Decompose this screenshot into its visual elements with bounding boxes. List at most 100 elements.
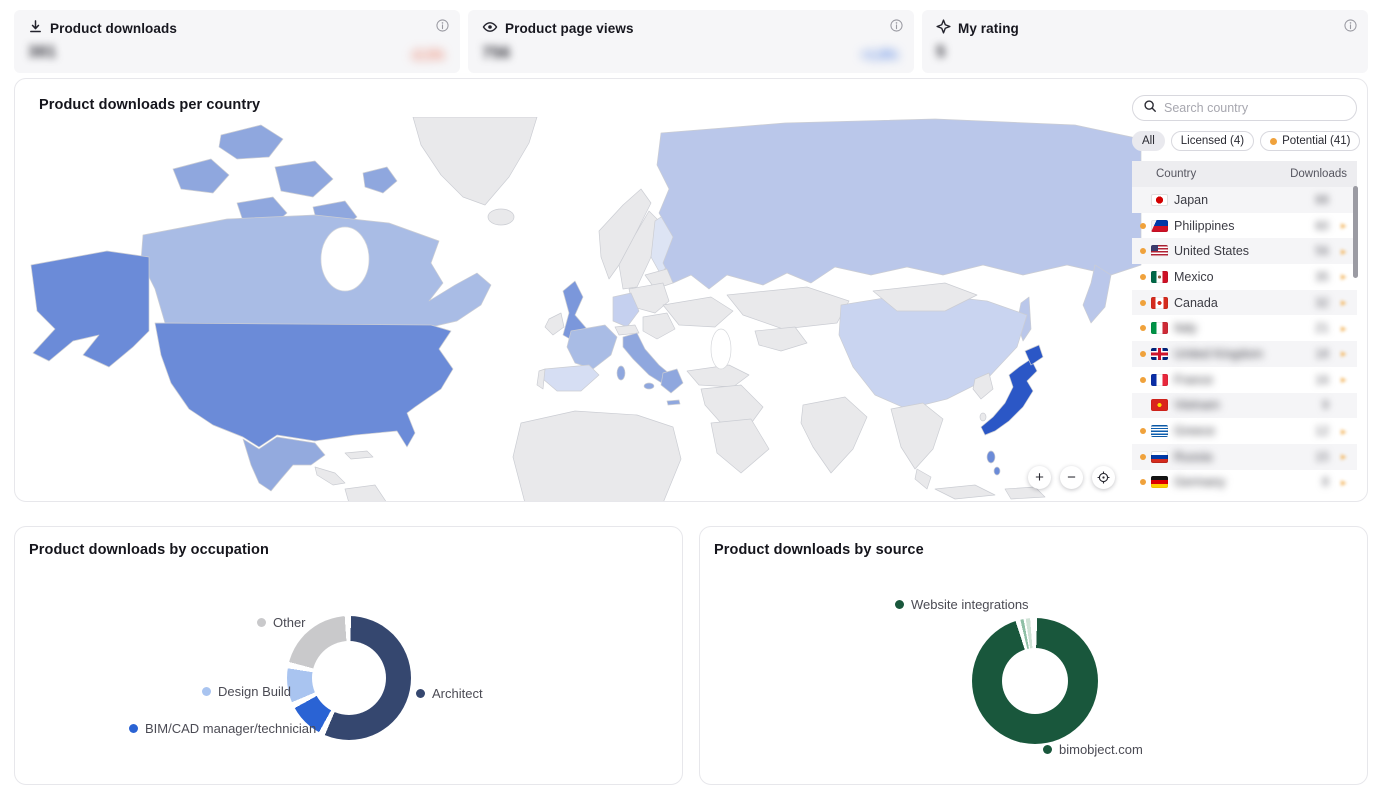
country-table-header: Country Downloads bbox=[1132, 161, 1357, 187]
search-input[interactable] bbox=[1164, 101, 1346, 115]
bottom-charts-row: Product downloads by occupation Other De… bbox=[14, 526, 1368, 785]
legend-item: Other bbox=[257, 615, 306, 630]
download-count: 21 bbox=[1315, 321, 1329, 335]
country-flag-icon bbox=[1151, 476, 1168, 488]
table-row[interactable]: Philippines 60 ▸ bbox=[1132, 213, 1357, 239]
potential-dot-icon bbox=[1140, 351, 1146, 357]
card-product-page-views: Product page views 756 +1.8% bbox=[468, 10, 914, 73]
source-donut-chart[interactable] bbox=[972, 618, 1098, 744]
card-delta-badge: -2.1% bbox=[410, 47, 444, 62]
sparkle-icon bbox=[936, 19, 951, 37]
downloads-per-country-panel: Product downloads per country bbox=[14, 78, 1368, 502]
trend-caret-icon: ▸ bbox=[1341, 450, 1351, 463]
country-flag-icon bbox=[1151, 322, 1168, 334]
table-row[interactable]: Italy 21 ▸ bbox=[1132, 315, 1357, 341]
country-name: France bbox=[1174, 373, 1315, 387]
country-name: Philippines bbox=[1174, 219, 1315, 233]
card-header: My rating bbox=[936, 19, 1354, 37]
filter-chip-all[interactable]: All bbox=[1132, 131, 1165, 151]
trend-caret-icon: ▸ bbox=[1341, 425, 1351, 438]
table-row[interactable]: France 16 ▸ bbox=[1132, 367, 1357, 393]
legend-item: bimobject.com bbox=[1043, 742, 1143, 757]
zoom-in-button[interactable]: + bbox=[1028, 466, 1051, 489]
country-table-body: Japan 88 ▸ Philippines 60 ▸ United State… bbox=[1132, 187, 1357, 495]
country-name: Canada bbox=[1174, 296, 1315, 310]
country-name: Greece bbox=[1174, 424, 1315, 438]
panel-title: Product downloads per country bbox=[39, 97, 260, 113]
download-count: 32 bbox=[1315, 296, 1329, 310]
legend-item: Architect bbox=[416, 686, 483, 701]
card-my-rating: My rating 5 bbox=[922, 10, 1368, 73]
country-name: United States bbox=[1174, 244, 1315, 258]
table-row[interactable]: Vietnam 9 ▸ bbox=[1132, 393, 1357, 419]
download-count: 18 bbox=[1315, 347, 1329, 361]
table-row[interactable]: United Kingdom 18 ▸ bbox=[1132, 341, 1357, 367]
potential-dot-icon bbox=[1140, 325, 1146, 331]
legend-dot-icon bbox=[202, 687, 211, 696]
filter-chip-potential[interactable]: Potential (41) bbox=[1260, 131, 1360, 151]
table-row[interactable]: United States 56 ▸ bbox=[1132, 238, 1357, 264]
potential-dot-icon bbox=[1140, 223, 1146, 229]
potential-dot-icon bbox=[1140, 274, 1146, 280]
card-product-downloads: Product downloads 381 -2.1% bbox=[14, 10, 460, 73]
column-downloads: Downloads bbox=[1290, 168, 1347, 180]
stat-cards-row: Product downloads 381 -2.1% Product page… bbox=[0, 0, 1382, 73]
download-count: 60 bbox=[1315, 219, 1329, 233]
column-country: Country bbox=[1156, 168, 1196, 180]
legend-dot-icon bbox=[129, 724, 138, 733]
download-count: 9 bbox=[1322, 398, 1329, 412]
country-flag-icon bbox=[1151, 425, 1168, 437]
filter-chips: All Licensed (4) Potential (41) bbox=[1132, 131, 1357, 151]
card-delta-badge: +1.8% bbox=[861, 47, 898, 62]
table-row[interactable]: Greece 12 ▸ bbox=[1132, 418, 1357, 444]
map-zoom-controls: + − bbox=[1028, 466, 1115, 489]
download-icon bbox=[28, 19, 43, 37]
zoom-out-button[interactable]: − bbox=[1060, 466, 1083, 489]
table-row[interactable]: Russia 15 ▸ bbox=[1132, 444, 1357, 470]
country-name: United Kingdom bbox=[1174, 347, 1315, 361]
table-row[interactable]: Canada 32 ▸ bbox=[1132, 290, 1357, 316]
country-name: Italy bbox=[1174, 321, 1315, 335]
card-title: Product downloads bbox=[50, 21, 177, 36]
info-icon[interactable] bbox=[890, 19, 903, 37]
download-count: 16 bbox=[1315, 373, 1329, 387]
country-name: Germany bbox=[1174, 475, 1322, 489]
info-icon[interactable] bbox=[1344, 19, 1357, 37]
panel-title: Product downloads by occupation bbox=[29, 542, 269, 558]
country-flag-icon bbox=[1151, 194, 1168, 206]
filter-chip-licensed[interactable]: Licensed (4) bbox=[1171, 131, 1254, 151]
downloads-by-source-panel: Product downloads by source Website inte… bbox=[699, 526, 1368, 785]
download-count: 88 bbox=[1315, 193, 1329, 207]
legend-label: bimobject.com bbox=[1059, 742, 1143, 757]
list-scrollbar[interactable] bbox=[1353, 186, 1358, 278]
legend-item: Website integrations bbox=[895, 597, 1029, 612]
table-row[interactable]: Germany 8 ▸ bbox=[1132, 470, 1357, 496]
table-row[interactable]: Japan 88 ▸ bbox=[1132, 187, 1357, 213]
legend-dot-icon bbox=[1043, 745, 1052, 754]
country-flag-icon bbox=[1151, 399, 1168, 411]
potential-dot-icon bbox=[1140, 377, 1146, 383]
country-flag-icon bbox=[1151, 374, 1168, 386]
trend-caret-icon: ▸ bbox=[1341, 270, 1351, 283]
card-header: Product page views bbox=[482, 19, 900, 38]
table-row[interactable]: Mexico 35 ▸ bbox=[1132, 264, 1357, 290]
legend-label: Website integrations bbox=[911, 597, 1029, 612]
potential-dot-icon bbox=[1140, 454, 1146, 460]
world-map[interactable] bbox=[15, 117, 1143, 502]
trend-caret-icon: ▸ bbox=[1341, 245, 1351, 258]
country-flag-icon bbox=[1151, 220, 1168, 232]
country-name: Vietnam bbox=[1174, 398, 1322, 412]
chip-label: Licensed (4) bbox=[1181, 135, 1244, 147]
info-icon[interactable] bbox=[436, 19, 449, 37]
country-table: Country Downloads Japan 88 ▸ Philippines… bbox=[1132, 161, 1357, 495]
download-count: 12 bbox=[1315, 424, 1329, 438]
country-list-panel: All Licensed (4) Potential (41) Country … bbox=[1132, 95, 1357, 495]
country-name: Mexico bbox=[1174, 270, 1315, 284]
recenter-button[interactable] bbox=[1092, 466, 1115, 489]
potential-dot-icon bbox=[1140, 248, 1146, 254]
download-count: 56 bbox=[1315, 244, 1329, 258]
potential-dot-icon bbox=[1140, 300, 1146, 306]
card-value: 756 bbox=[482, 43, 510, 63]
card-header: Product downloads bbox=[28, 19, 446, 37]
potential-dot-icon bbox=[1140, 428, 1146, 434]
